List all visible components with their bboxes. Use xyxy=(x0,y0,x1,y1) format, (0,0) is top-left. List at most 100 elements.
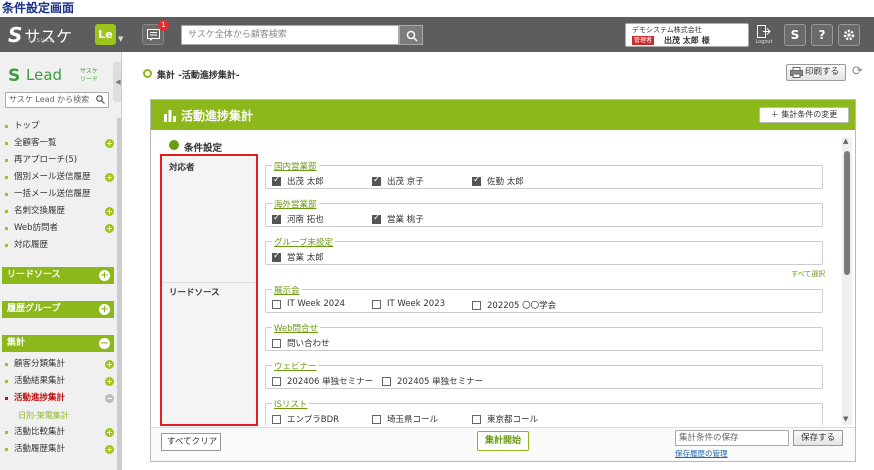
add-icon[interactable]: + xyxy=(105,428,114,437)
select-all-link[interactable]: すべて選択 xyxy=(791,269,825,279)
checkbox-option[interactable]: 出茂 太郎 xyxy=(272,175,324,187)
sidebar-subitem[interactable]: 日別-架電集計 xyxy=(0,407,120,424)
sidebar-item[interactable]: 活動進捗集計 − xyxy=(0,390,120,407)
checkbox-option[interactable]: 出茂 京子 xyxy=(372,175,424,187)
breadcrumb-icon xyxy=(143,69,152,78)
group-label[interactable]: ISリスト xyxy=(272,398,310,410)
sidebar-item[interactable]: 活動結果集計 + xyxy=(0,373,120,390)
scroll-down-icon[interactable]: ▼ xyxy=(843,415,848,423)
print-button[interactable]: 印刷する xyxy=(786,64,846,81)
checkbox-option[interactable]: 202406 単独セミナー xyxy=(272,375,373,387)
section-history-group[interactable]: 履歴グループ + xyxy=(2,301,114,318)
section-aggregate[interactable]: 集計 − xyxy=(2,335,114,352)
add-icon[interactable]: + xyxy=(105,139,114,148)
checkbox-unchecked[interactable] xyxy=(372,299,381,309)
refresh-icon[interactable]: ⟳ xyxy=(852,64,863,79)
checkbox-unchecked[interactable] xyxy=(272,338,281,348)
sidebar-item[interactable]: 活動比較集計 + xyxy=(0,424,120,441)
sasuke-home-button[interactable]: S xyxy=(784,24,806,46)
checkbox-checked[interactable] xyxy=(372,213,381,224)
user-info[interactable]: デモシステム株式会社 管理者 出茂 太郎 様 xyxy=(625,23,749,47)
change-conditions-button[interactable]: ＋ 集計条件の変更 xyxy=(759,107,849,123)
condition-scroll-area[interactable]: 対応者 リードソース 国内営業部出茂 太郎出茂 京子佐勤 太郎海外営業部河南 拓… xyxy=(161,155,841,425)
sidebar-collapse-handle[interactable]: ◀ xyxy=(113,62,121,102)
checkbox-checked[interactable] xyxy=(472,175,481,186)
sidebar-item[interactable]: 活動履歴集計 + xyxy=(0,441,120,458)
sidebar-item[interactable]: 名刺交換履歴 + xyxy=(0,203,120,220)
search-button[interactable] xyxy=(399,25,423,45)
checkbox-checked[interactable] xyxy=(272,213,281,224)
add-icon[interactable]: − xyxy=(105,394,114,403)
chevron-down-icon[interactable]: ▼ xyxy=(118,35,123,43)
lead-logo-mark: S xyxy=(8,66,21,86)
checkbox-option[interactable]: 埼玉県コール xyxy=(372,413,438,425)
checkbox-unchecked[interactable] xyxy=(472,414,481,424)
expand-icon[interactable]: + xyxy=(99,270,110,281)
group-label[interactable]: 展示会 xyxy=(272,284,302,296)
sidebar-item[interactable]: 全顧客一覧 + xyxy=(0,135,120,152)
breadcrumb: 集計 -活動進捗集計- xyxy=(157,71,240,81)
checkbox-option[interactable]: 問い合わせ xyxy=(272,337,330,349)
collapse-icon[interactable]: − xyxy=(99,338,110,349)
group-label[interactable]: グループ未設定 xyxy=(272,236,335,248)
expand-icon[interactable]: + xyxy=(99,304,110,315)
add-icon[interactable]: + xyxy=(105,360,114,369)
sidebar-scrollbar[interactable] xyxy=(117,118,121,470)
checkbox-checked[interactable] xyxy=(372,175,381,186)
group-label[interactable]: ウェビナー xyxy=(272,360,319,372)
sidebar-item[interactable]: トップ xyxy=(0,118,120,135)
global-search-input[interactable]: サスケ全体から顧客検索 xyxy=(181,25,399,45)
add-icon[interactable]: + xyxy=(105,224,114,233)
checkbox-option[interactable]: IT Week 2023 xyxy=(372,299,445,309)
search-icon[interactable] xyxy=(96,95,105,104)
checkbox-option[interactable]: 東京都コール xyxy=(472,413,538,425)
save-history-link[interactable]: 保存履歴の管理 xyxy=(675,448,728,459)
checkbox-option[interactable]: エンプラBDR xyxy=(272,413,339,425)
sidebar-item[interactable]: 一括メール送信履歴 xyxy=(0,186,120,203)
scroll-up-icon[interactable]: ▲ xyxy=(843,137,848,145)
settings-button[interactable] xyxy=(838,24,860,46)
checkbox-checked[interactable] xyxy=(272,175,281,186)
notification-badge: 1 xyxy=(158,20,169,31)
save-conditions-input[interactable]: 集計条件の保存 xyxy=(675,430,789,446)
group-label[interactable]: Web問合せ xyxy=(272,322,321,334)
checkbox-unchecked[interactable] xyxy=(382,376,391,386)
add-icon[interactable]: + xyxy=(105,377,114,386)
checkbox-group: グループ未設定営業 太郎 xyxy=(265,236,823,265)
vertical-scrollbar[interactable]: ▲ ▼ xyxy=(842,137,852,425)
sidebar-item[interactable]: 個別メール送信履歴 + xyxy=(0,169,120,186)
checkbox-option[interactable]: 202405 単独セミナー xyxy=(382,375,483,387)
checkbox-option[interactable]: 河南 拓也 xyxy=(272,213,324,225)
save-button[interactable]: 保存する xyxy=(793,430,843,446)
checkbox-unchecked[interactable] xyxy=(272,376,281,386)
scroll-thumb[interactable] xyxy=(844,151,850,275)
checkbox-unchecked[interactable] xyxy=(472,300,481,310)
checkbox-option[interactable]: 営業 桃子 xyxy=(372,213,424,225)
checkbox-option[interactable]: 佐勤 太郎 xyxy=(472,175,524,187)
checkbox-option[interactable]: IT Week 2024 xyxy=(272,299,345,309)
sidebar-item[interactable]: Web訪問者 + xyxy=(0,220,120,237)
logout-button[interactable]: Logout xyxy=(753,23,775,47)
checkbox-unchecked[interactable] xyxy=(272,299,281,309)
help-button[interactable]: ? xyxy=(811,24,833,46)
company-name: デモシステム株式会社 xyxy=(632,26,702,34)
checkbox-unchecked[interactable] xyxy=(372,414,381,424)
checkbox-option[interactable]: 営業 太郎 xyxy=(272,251,324,263)
checkbox-option[interactable]: 202205 〇〇学会 xyxy=(472,299,556,311)
sidebar-item[interactable]: 再アプローチ(5) xyxy=(0,152,120,169)
sidebar-item[interactable]: 顧客分類集計 + xyxy=(0,356,120,373)
group-label[interactable]: 海外営業部 xyxy=(272,198,319,210)
sidebar-search-input[interactable]: サスケ Lead から検索 xyxy=(5,92,109,108)
start-aggregate-button[interactable]: 集計開始 xyxy=(477,431,529,451)
checkbox-group: Web問合せ 問い合わせ xyxy=(265,322,823,351)
clear-all-button[interactable]: すべてクリア xyxy=(161,433,221,451)
group-label[interactable]: 国内営業部 xyxy=(272,160,319,172)
checkbox-checked[interactable] xyxy=(272,251,281,262)
add-icon[interactable]: + xyxy=(105,445,114,454)
section-lead-source[interactable]: リードソース + xyxy=(2,267,114,284)
sidebar-item[interactable]: 対応履歴 xyxy=(0,237,120,254)
checkbox-unchecked[interactable] xyxy=(272,414,281,424)
add-icon[interactable]: + xyxy=(105,173,114,182)
le-app-button[interactable]: Le xyxy=(95,24,116,45)
add-icon[interactable]: + xyxy=(105,207,114,216)
